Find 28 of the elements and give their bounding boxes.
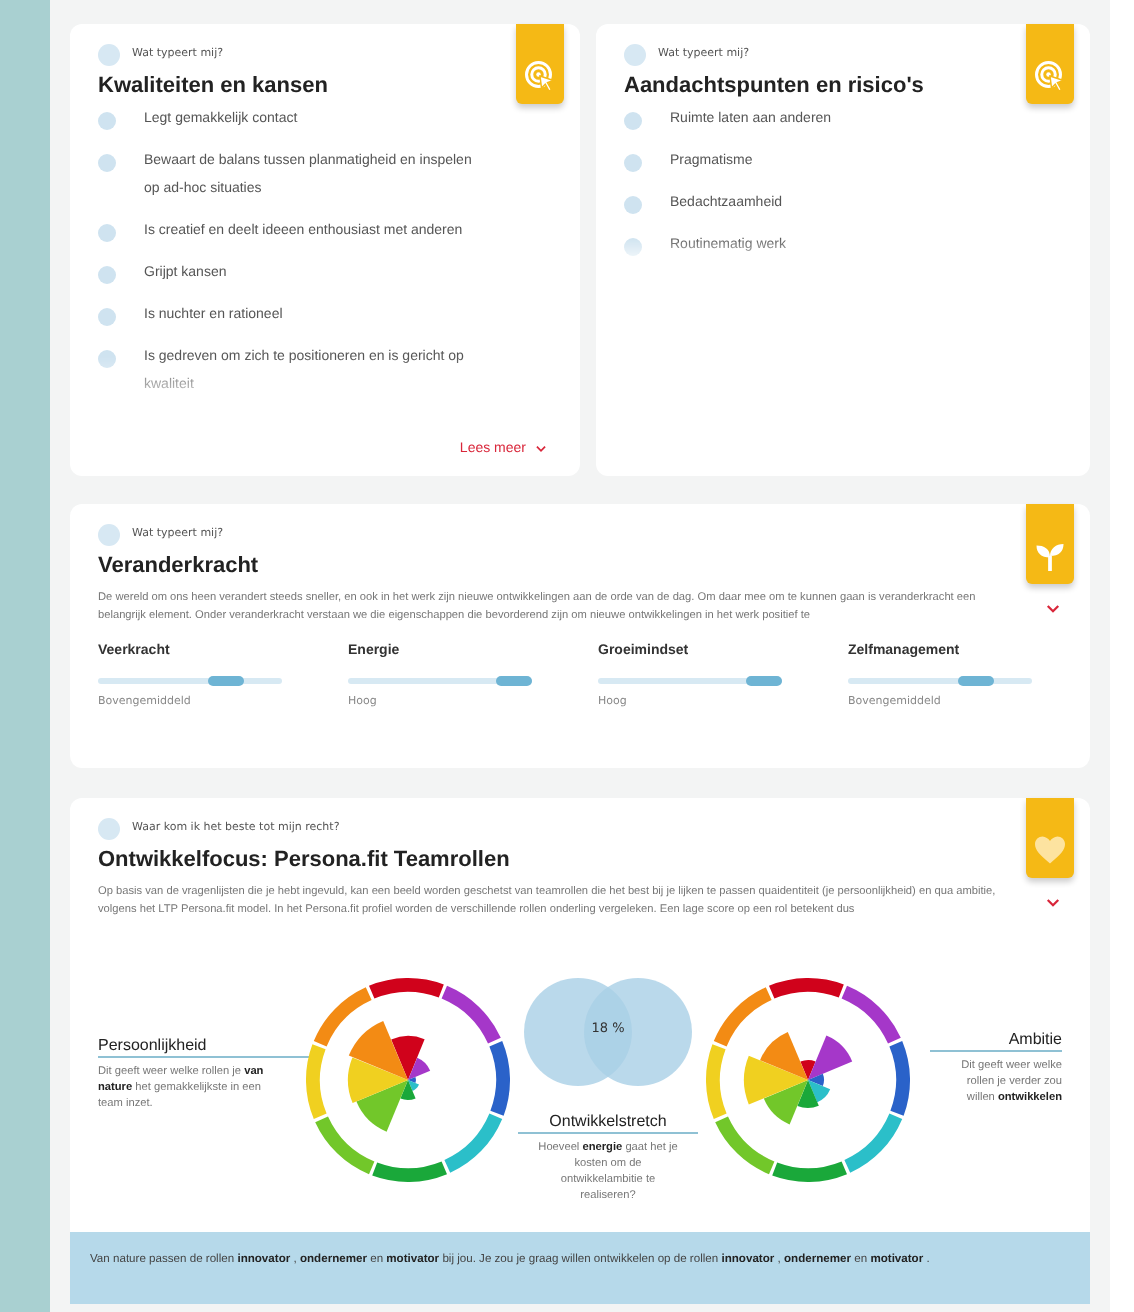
card-title: Aandachtspunten en risico's <box>624 74 926 98</box>
expand-chevron-icon <box>1044 599 1062 617</box>
bullet-icon <box>98 112 116 130</box>
bullet-icon <box>98 308 116 326</box>
avatar-icon <box>98 817 120 839</box>
bullet-icon <box>98 350 116 368</box>
bullet-icon <box>624 238 642 256</box>
heart-icon <box>1032 832 1068 868</box>
bullet-icon <box>98 266 116 284</box>
avatar-icon <box>98 43 120 65</box>
sprout-icon <box>1032 538 1068 574</box>
expand-chevron-icon <box>1044 893 1062 911</box>
section-title: Ontwikkelstretch <box>518 1112 698 1134</box>
card-title: Ontwikkelfocus: Persona.fit Teamrollen <box>98 848 512 872</box>
target-cursor-icon <box>522 58 558 94</box>
avatar-icon <box>624 43 646 65</box>
bullet-icon <box>98 154 116 172</box>
card-title: Veranderkracht <box>98 554 261 578</box>
bullet-icon <box>98 224 116 242</box>
bullet-icon <box>624 112 642 130</box>
bullet-icon <box>624 154 642 172</box>
avatar-icon <box>98 523 120 545</box>
section-title: Ambitie <box>930 1030 1062 1052</box>
card-title: Kwaliteiten en kansen <box>98 74 330 98</box>
bullet-icon <box>624 196 642 214</box>
target-cursor-icon <box>1032 58 1068 94</box>
chevron-down-icon <box>534 442 548 456</box>
section-title: Persoonlijkheid <box>98 1036 310 1058</box>
